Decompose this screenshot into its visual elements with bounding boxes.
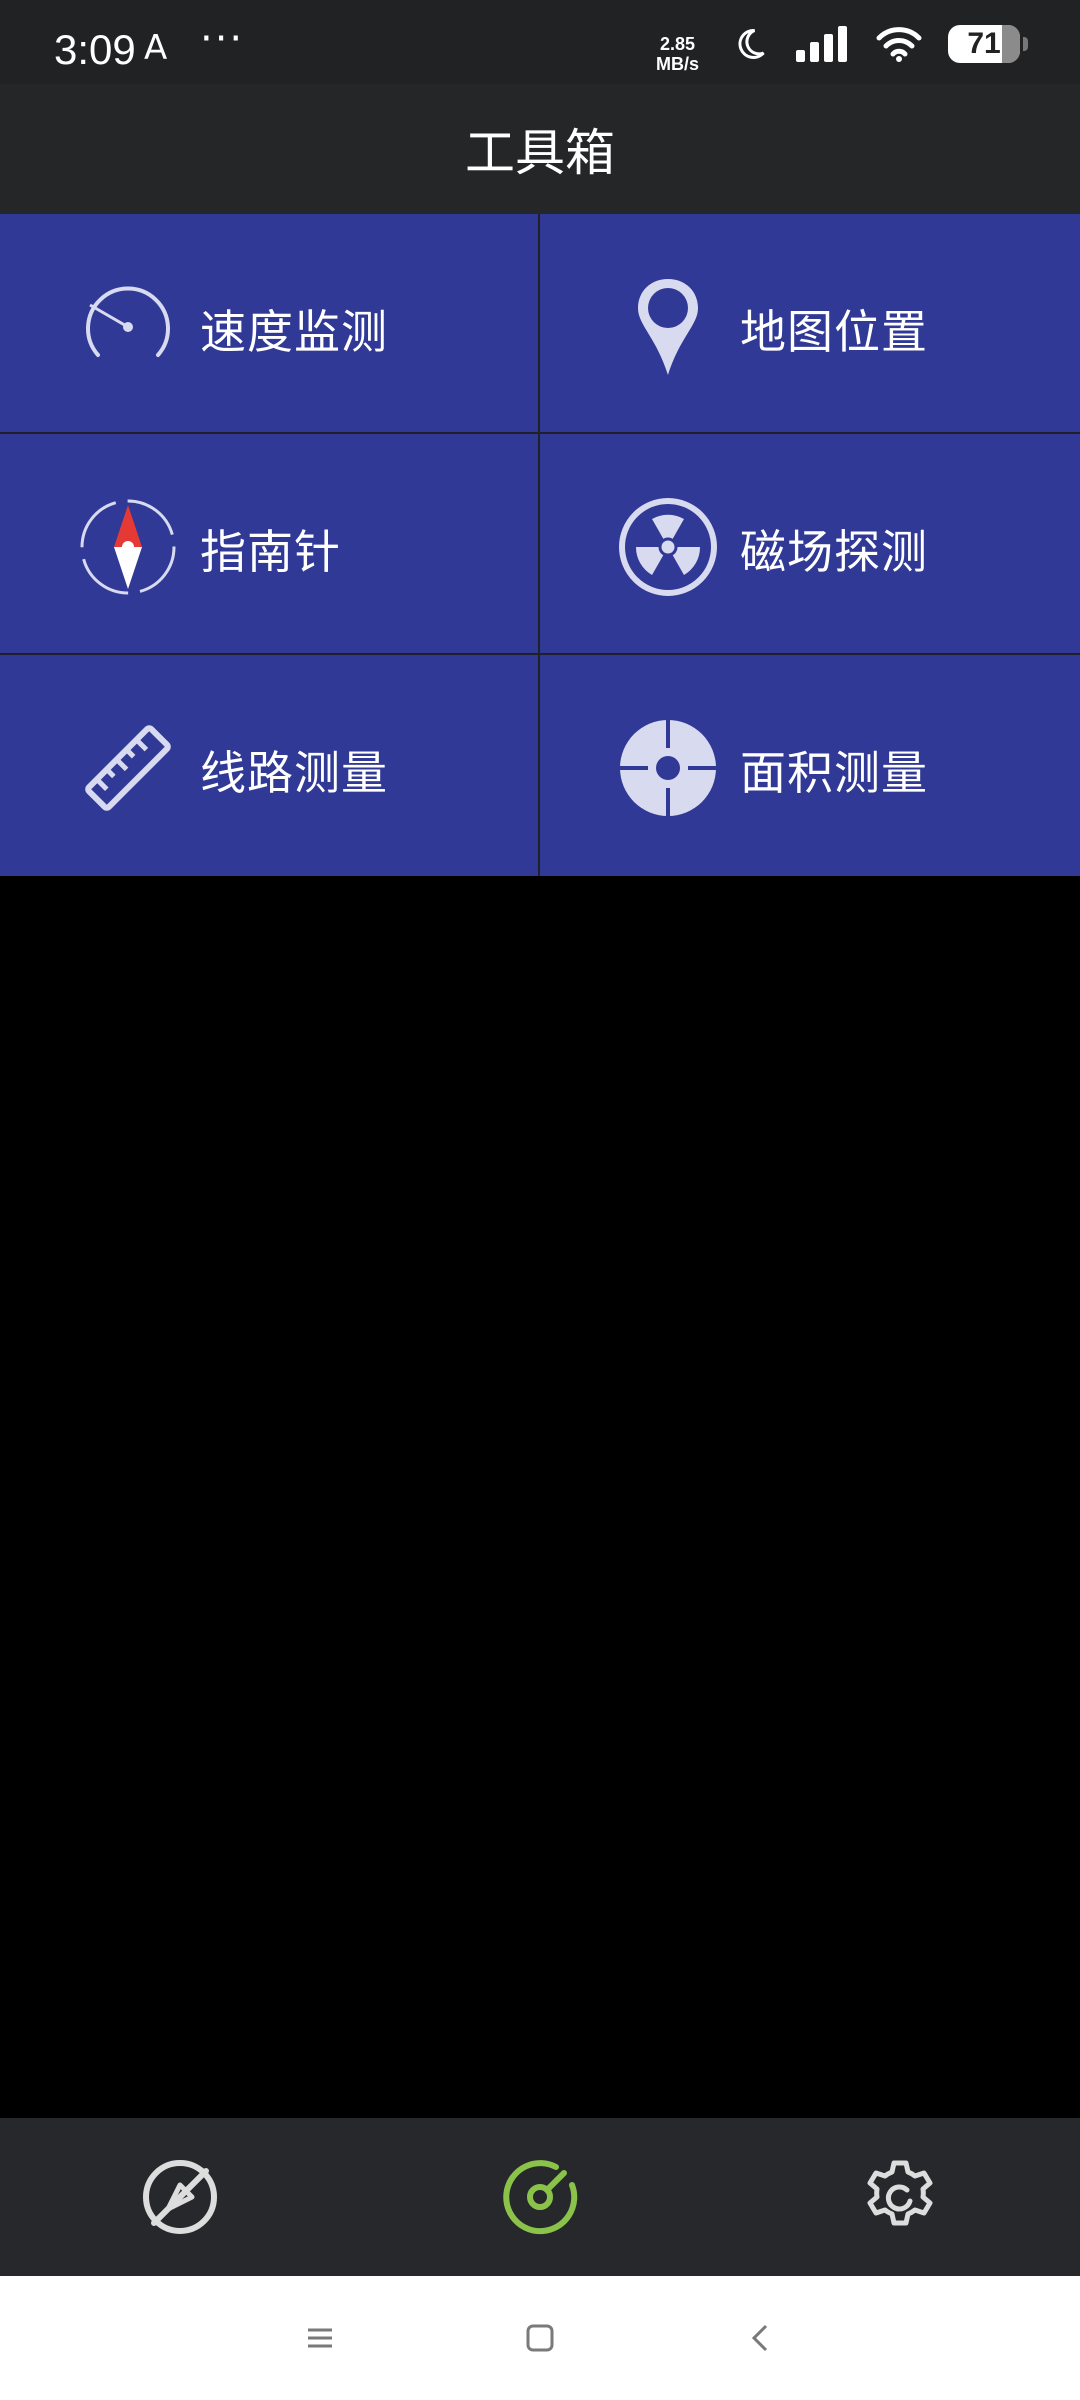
more-notifications-icon: ··· <box>200 16 245 62</box>
accessibility-icon: A <box>144 28 168 68</box>
tools-grid: 速度监测 地图位置 指南针 磁场探测 线路测量 面积测量 <box>0 214 1080 876</box>
tool-label: 指南针 <box>200 525 341 579</box>
compass-icon <box>80 499 176 595</box>
status-bar: 3:09 A ··· 2.85 MB/s 71 <box>0 0 1080 84</box>
tool-label: 速度监测 <box>200 305 388 359</box>
battery-level: 71 <box>967 27 1001 60</box>
signal-icon <box>796 26 847 62</box>
tool-label: 线路测量 <box>200 746 388 800</box>
crosshair-icon <box>620 720 716 816</box>
back-button[interactable] <box>730 2308 790 2368</box>
wifi-icon <box>876 27 922 62</box>
system-nav-bar <box>0 2276 1080 2400</box>
nav-settings[interactable] <box>850 2147 950 2247</box>
tool-speed-monitor[interactable]: 速度监测 <box>0 214 540 434</box>
recent-apps-button[interactable] <box>290 2308 350 2368</box>
speedometer-icon <box>86 286 170 357</box>
page-title: 工具箱 <box>465 124 615 182</box>
map-pin-icon <box>638 279 698 375</box>
nav-no-compass[interactable] <box>130 2147 230 2247</box>
app-bar: 工具箱 <box>0 84 1080 214</box>
nav-gauge[interactable] <box>490 2147 590 2247</box>
battery-empty-part <box>1002 25 1020 63</box>
tool-line-measure[interactable]: 线路测量 <box>0 655 540 876</box>
battery-indicator: 71 <box>948 25 1028 63</box>
home-icon <box>526 2324 554 2352</box>
home-button[interactable] <box>510 2308 570 2368</box>
no-compass-icon <box>143 2160 217 2234</box>
status-time: 3:09 <box>54 26 136 73</box>
tool-magnetic-detection[interactable]: 磁场探测 <box>540 434 1080 655</box>
network-speed-unit: MB/s <box>656 54 700 74</box>
tool-area-measure[interactable]: 面积测量 <box>540 655 1080 876</box>
tool-label: 面积测量 <box>740 746 928 800</box>
network-speed-value: 2.85 <box>659 34 696 54</box>
bottom-nav <box>0 2118 1080 2276</box>
ruler-icon <box>85 725 171 811</box>
gauge-icon <box>503 2160 578 2235</box>
tool-compass[interactable]: 指南针 <box>0 434 540 655</box>
tool-label: 地图位置 <box>740 305 928 359</box>
menu-icon <box>308 2328 332 2348</box>
settings-icon <box>867 2160 933 2226</box>
tool-label: 磁场探测 <box>740 525 928 579</box>
tool-map-location[interactable]: 地图位置 <box>540 214 1080 434</box>
moon-icon <box>738 28 765 59</box>
back-icon <box>751 2324 768 2352</box>
status-icons: 71 <box>732 24 1028 64</box>
network-speed: 2.85 MB/s <box>656 34 699 74</box>
radiation-icon <box>619 498 717 596</box>
